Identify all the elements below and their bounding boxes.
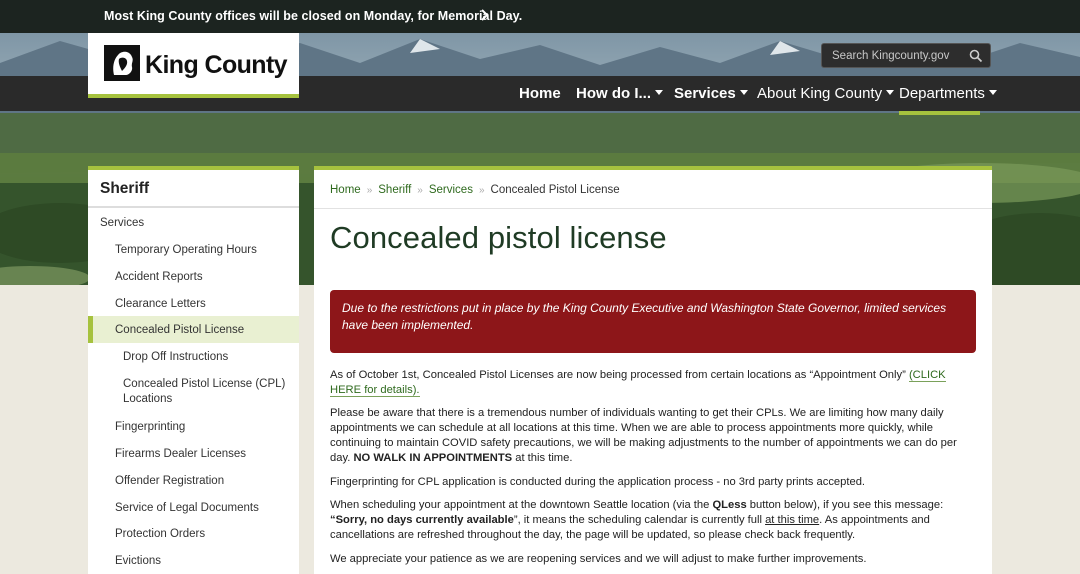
sidebar-item-accident-reports[interactable]: Accident Reports: [88, 268, 299, 288]
logo-text: King County: [145, 51, 288, 79]
nav-how-do-i[interactable]: How do I...: [576, 85, 663, 102]
king-county-logo[interactable]: King County: [88, 33, 299, 98]
breadcrumb: Home » Sheriff » Services » Concealed Pistol L…: [330, 184, 620, 196]
breadcrumb-services[interactable]: Services: [429, 184, 473, 196]
notice-text: Due to the restrictions put in place by …: [342, 301, 947, 332]
king-county-emblem-icon: [104, 45, 140, 81]
site-search[interactable]: [821, 43, 991, 68]
sidebar-item-firearms-dealer-licenses[interactable]: Firearms Dealer Licenses: [88, 445, 299, 465]
divider: [88, 206, 299, 208]
paragraph-patience: We appreciate your patience as we are re…: [330, 553, 867, 565]
at-this-time-text: at this time: [765, 514, 820, 526]
sidebar-item-concealed-pistol-license[interactable]: Concealed Pistol License: [88, 316, 299, 343]
sidebar-item-protection-orders[interactable]: Protection Orders: [88, 525, 299, 545]
breadcrumb-home[interactable]: Home: [330, 184, 361, 196]
announcement-text[interactable]: Most King County offices will be closed …: [104, 9, 522, 23]
sidebar-item-temporary-operating-hours[interactable]: Temporary Operating Hours: [88, 241, 299, 261]
nav-departments[interactable]: Departments: [899, 85, 997, 102]
search-input[interactable]: [822, 44, 962, 67]
caret-down-icon: [886, 90, 895, 95]
sidebar: Sheriff Services Temporary Operating Hou…: [88, 166, 299, 574]
main-content: Home » Sheriff » Services » Concealed Pistol L…: [314, 166, 992, 574]
breadcrumb-separator: »: [366, 185, 373, 196]
caret-down-icon: [655, 90, 663, 95]
sidebar-title[interactable]: Sheriff: [100, 180, 149, 198]
nav-services[interactable]: Services: [674, 85, 748, 102]
breadcrumb-current: Concealed Pistol License: [490, 184, 620, 196]
divider: [314, 208, 992, 209]
sidebar-item-service-of-legal-documents[interactable]: Service of Legal Documents: [88, 499, 299, 519]
sidebar-item-cpl-locations[interactable]: Concealed Pistol License (CPL) Locations: [88, 375, 299, 409]
service-notice-alert: Due to the restrictions put in place by …: [330, 290, 976, 353]
no-walk-in-notice: NO WALK IN APPOINTMENTS: [353, 452, 513, 464]
sidebar-item-evictions[interactable]: Evictions: [88, 552, 299, 572]
search-icon[interactable]: [969, 49, 983, 63]
page-title: Concealed pistol license: [330, 220, 667, 255]
paragraph-scheduling: When scheduling your appointment at the …: [330, 499, 944, 541]
qless-reference: QLess: [712, 499, 747, 511]
nav-home[interactable]: Home: [519, 85, 561, 102]
paragraph-daily-limits: Please be aware that there is a tremendo…: [330, 407, 957, 464]
announcement-bar[interactable]: Most King County offices will be closed …: [0, 0, 1080, 33]
breadcrumb-separator: »: [478, 185, 485, 196]
chevron-right-icon[interactable]: [480, 8, 490, 22]
paragraph-appointment-only: As of October 1st, Concealed Pistol Lice…: [330, 369, 946, 397]
caret-down-icon: [739, 90, 748, 95]
paragraph-fingerprinting: Fingerprinting for CPL application is co…: [330, 476, 866, 488]
breadcrumb-sheriff[interactable]: Sheriff: [378, 184, 411, 196]
sidebar-item-clearance-letters[interactable]: Clearance Letters: [88, 295, 299, 315]
sidebar-item-offender-registration[interactable]: Offender Registration: [88, 472, 299, 492]
sidebar-item-drop-off-instructions[interactable]: Drop Off Instructions: [88, 348, 299, 368]
nav-about[interactable]: About King County: [757, 85, 895, 102]
breadcrumb-separator: »: [417, 185, 423, 196]
sidebar-item-services[interactable]: Services: [88, 214, 299, 234]
sidebar-item-fingerprinting[interactable]: Fingerprinting: [88, 418, 299, 438]
no-days-message: “Sorry, no days currently available: [330, 514, 514, 526]
caret-down-icon: [988, 90, 997, 95]
nav-active-indicator: [899, 111, 980, 115]
